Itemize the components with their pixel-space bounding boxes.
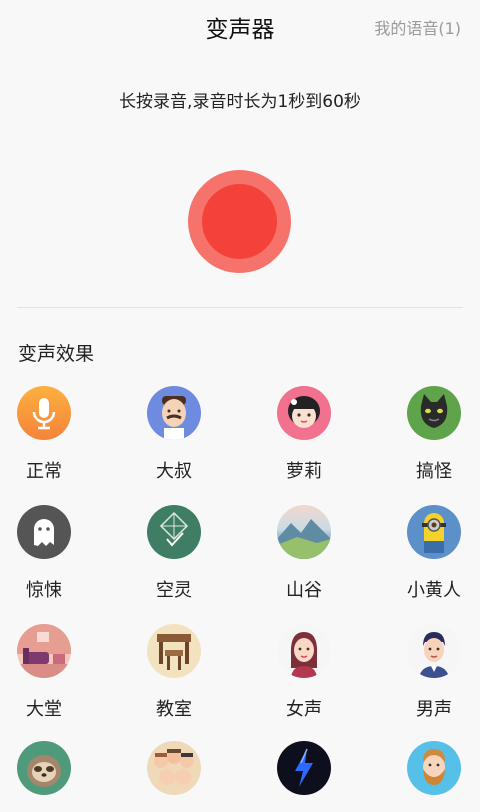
black-cat-icon (407, 386, 461, 440)
effect-classroom[interactable]: 教室 (119, 624, 229, 721)
section-title: 变声效果 (18, 343, 95, 365)
man-avatar-icon (407, 624, 461, 678)
kite-icon (147, 505, 201, 559)
effect-label: 小黄人 (407, 580, 461, 601)
effect-label: 萝莉 (286, 461, 322, 482)
effect-label: 教室 (156, 699, 192, 720)
effect-label: 男声 (416, 699, 452, 720)
effect-normal[interactable]: 正常 (0, 386, 99, 483)
effect-minion[interactable]: 小黄人 (379, 505, 480, 602)
record-hint: 长按录音,录音时长为1秒到60秒 (119, 92, 361, 112)
lobby-sofa-icon (17, 624, 71, 678)
divider (17, 307, 463, 308)
uncle-avatar-icon (147, 386, 201, 440)
effect-label: 大堂 (26, 699, 62, 720)
record-button-core (202, 184, 277, 259)
effect-valley[interactable]: 山谷 (249, 505, 359, 602)
effect-loli[interactable]: 萝莉 (249, 386, 359, 483)
effect-label: 女声 (286, 699, 322, 720)
effect-bearded[interactable] (379, 741, 480, 812)
my-voice-link[interactable]: 我的语音(1) (374, 15, 461, 39)
microphone-icon (17, 386, 71, 440)
bearded-man-icon (407, 741, 461, 795)
mountain-valley-icon (277, 505, 331, 559)
record-button[interactable] (188, 170, 291, 273)
effect-male[interactable]: 男声 (379, 624, 480, 721)
effect-uncle[interactable]: 大叔 (119, 386, 229, 483)
effect-label: 搞怪 (416, 461, 452, 482)
classroom-desk-icon (147, 624, 201, 678)
effect-label: 空灵 (156, 580, 192, 601)
ghost-icon (17, 505, 71, 559)
girl-avatar-icon (277, 386, 331, 440)
effect-thriller[interactable]: 惊悚 (0, 505, 99, 602)
effect-label: 正常 (26, 461, 62, 482)
effect-sloth[interactable] (0, 741, 99, 812)
top-bar: 变声器 我的语音(1) (0, 0, 480, 52)
minion-icon (407, 505, 461, 559)
effect-ethereal[interactable]: 空灵 (119, 505, 229, 602)
effect-label: 山谷 (286, 580, 322, 601)
sloth-icon (17, 741, 71, 795)
effect-label: 大叔 (156, 461, 192, 482)
effect-lobby[interactable]: 大堂 (0, 624, 99, 721)
effect-label: 惊悚 (26, 580, 62, 601)
woman-avatar-icon (277, 624, 331, 678)
crowd-icon (147, 741, 201, 795)
effect-female[interactable]: 女声 (249, 624, 359, 721)
lightning-icon (277, 741, 331, 795)
effect-crowd[interactable] (119, 741, 229, 812)
effect-funny[interactable]: 搞怪 (379, 386, 480, 483)
effect-lightning[interactable] (249, 741, 359, 812)
